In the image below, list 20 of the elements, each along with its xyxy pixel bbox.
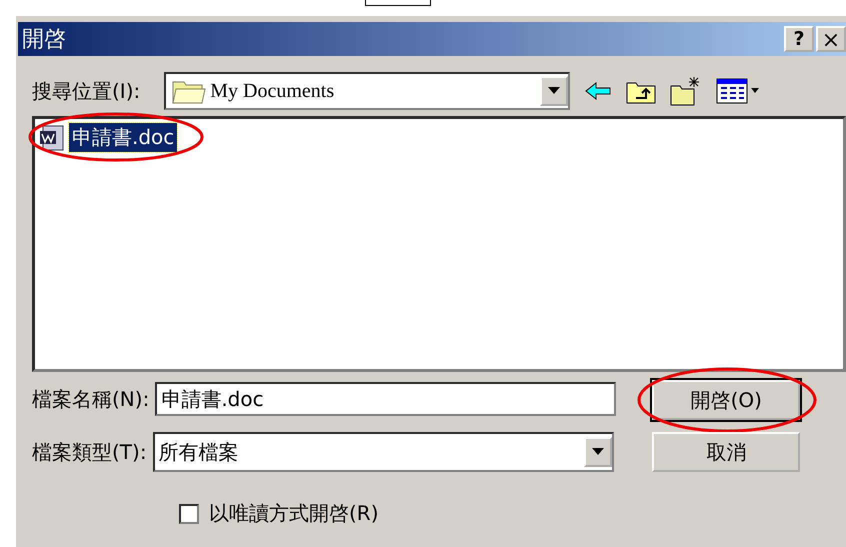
file-type-dropdown[interactable]: 所有檔案 [152, 432, 614, 472]
view-menu-icon[interactable] [716, 78, 760, 104]
back-arrow-icon[interactable] [584, 80, 612, 102]
close-button[interactable]: × [816, 26, 846, 52]
cropped-box [365, 0, 431, 6]
window-title: 開啓 [22, 26, 66, 54]
read-only-checkbox[interactable] [179, 504, 199, 524]
look-in-dropdown[interactable]: My Documents [164, 72, 570, 110]
file-type-label: 檔案類型(T): [32, 438, 147, 466]
file-type-value: 所有檔案 [158, 438, 240, 466]
help-button[interactable]: ? [784, 26, 814, 52]
open-button[interactable]: 開啓(O) [652, 380, 800, 420]
file-item[interactable]: 申請書.doc [69, 123, 178, 152]
file-name-field[interactable]: 申請書.doc [155, 382, 616, 416]
document-icon [39, 124, 65, 150]
read-only-label: 以唯讀方式開啓(R) [209, 500, 379, 527]
file-name-label: 檔案名稱(N): [32, 386, 150, 412]
look-in-label: 搜尋位置(I): [32, 78, 140, 104]
look-in-value: My Documents [209, 80, 336, 102]
cancel-button[interactable]: 取消 [652, 432, 800, 472]
